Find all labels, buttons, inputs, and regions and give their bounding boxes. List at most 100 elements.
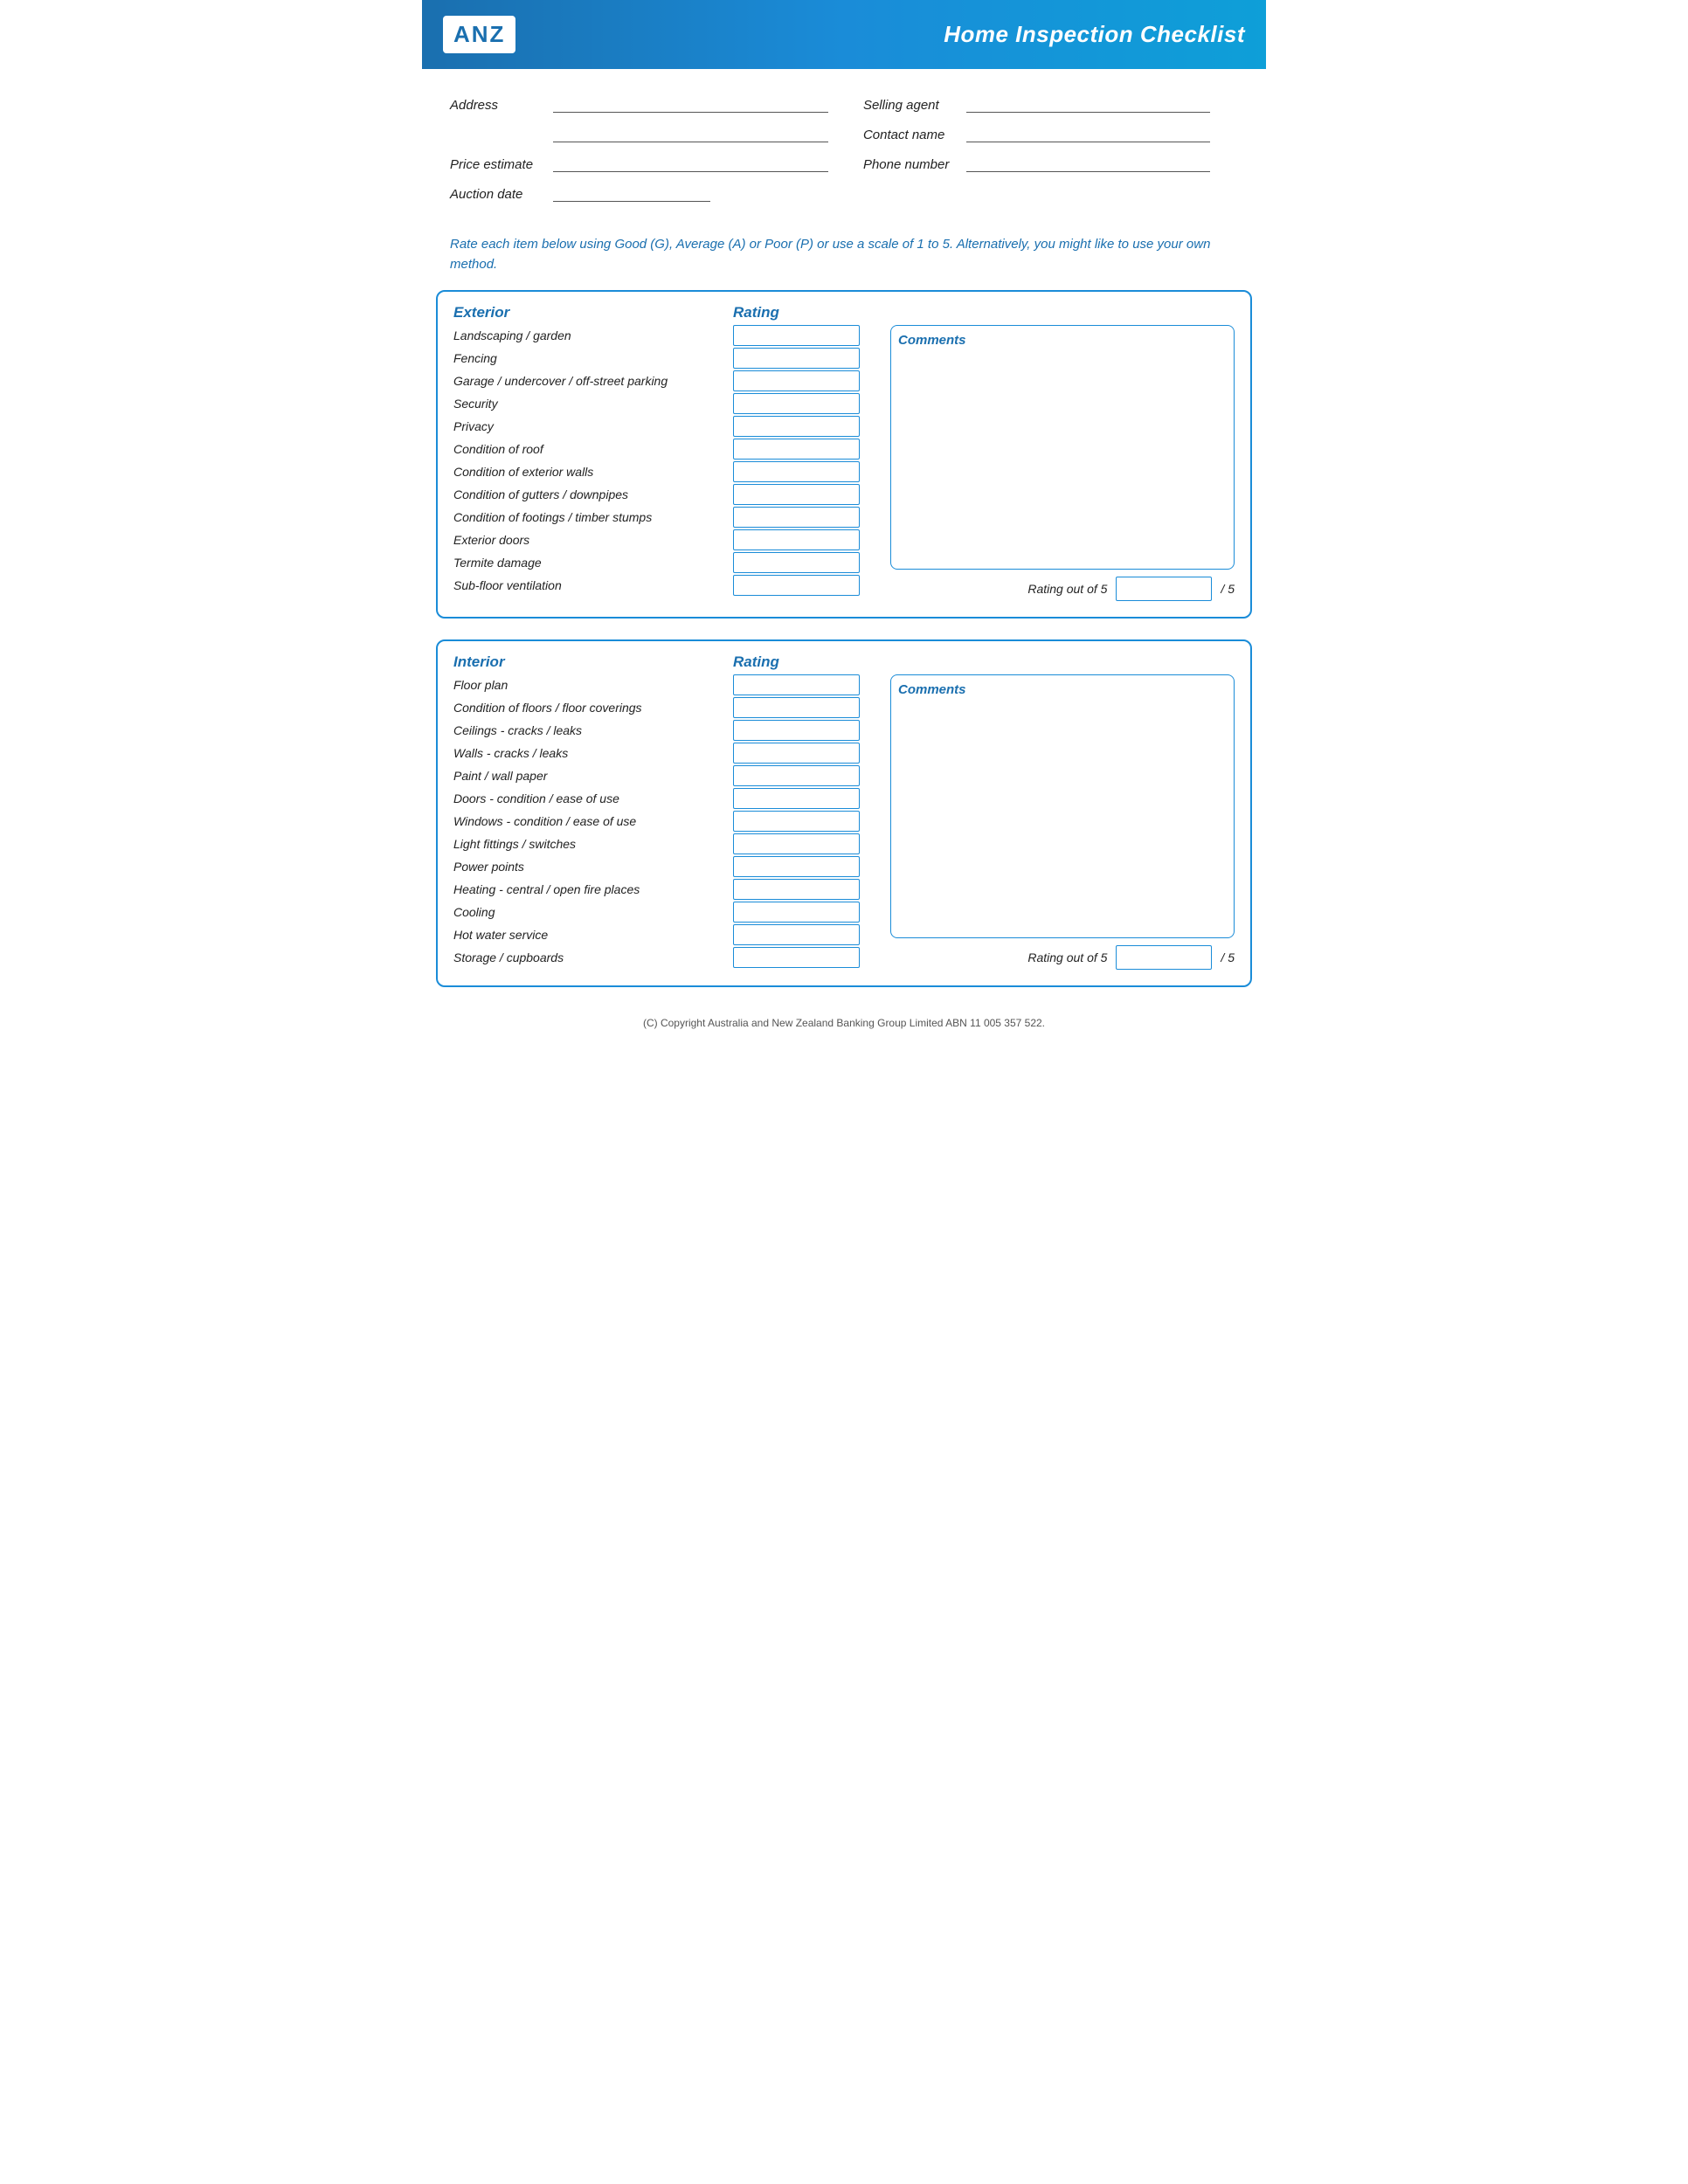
table-row: Storage / cupboards: [453, 947, 882, 968]
interior-item-label: Hot water service: [453, 928, 724, 942]
interior-rating-input-10[interactable]: [733, 902, 860, 923]
exterior-item-label: Sub-floor ventilation: [453, 578, 724, 592]
form-fields: Address Price estimate Auction date Sell…: [422, 69, 1266, 219]
price-input[interactable]: [553, 153, 828, 172]
interior-rating-input-2[interactable]: [733, 720, 860, 741]
table-row: Walls - cracks / leaks: [453, 743, 882, 764]
auction-label: Auction date: [450, 187, 546, 202]
interior-rating-input-6[interactable]: [733, 811, 860, 832]
interior-rating-input-12[interactable]: [733, 947, 860, 968]
exterior-rating-input-7[interactable]: [733, 484, 860, 505]
instructions: Rate each item below using Good (G), Ave…: [422, 235, 1266, 274]
table-row: Paint / wall paper: [453, 765, 882, 786]
auction-input[interactable]: [553, 183, 710, 202]
exterior-rating-input-2[interactable]: [733, 370, 860, 391]
page-header: ANZ Home Inspection Checklist: [422, 0, 1266, 69]
exterior-item-label: Condition of exterior walls: [453, 465, 724, 479]
table-row: Fencing: [453, 348, 882, 369]
interior-rating-input-11[interactable]: [733, 924, 860, 945]
interior-rating-input-5[interactable]: [733, 788, 860, 809]
address-input[interactable]: [553, 93, 828, 113]
exterior-rating-input-11[interactable]: [733, 575, 860, 596]
interior-rating-suffix: / 5: [1221, 950, 1235, 964]
interior-section: Interior Rating Floor planCondition of f…: [436, 639, 1252, 987]
table-row: Floor plan: [453, 674, 882, 695]
interior-section-header: Interior Rating: [453, 653, 1235, 671]
address2-input[interactable]: [553, 123, 828, 142]
table-row: Privacy: [453, 416, 882, 437]
exterior-title: Exterior: [453, 304, 733, 321]
interior-items: Floor planCondition of floors / floor co…: [453, 674, 882, 970]
auction-field-row: Auction date: [450, 183, 828, 202]
interior-item-label: Walls - cracks / leaks: [453, 746, 724, 760]
anz-logo-text: ANZ: [453, 21, 505, 48]
exterior-rating-input-3[interactable]: [733, 393, 860, 414]
exterior-item-label: Garage / undercover / off-street parking: [453, 374, 724, 388]
table-row: Hot water service: [453, 924, 882, 945]
exterior-rating-input-9[interactable]: [733, 529, 860, 550]
contact-name-label: Contact name: [863, 128, 959, 142]
exterior-comments-input[interactable]: [898, 351, 1227, 562]
interior-item-label: Heating - central / open fire places: [453, 882, 724, 896]
table-row: Exterior doors: [453, 529, 882, 550]
table-row: Condition of exterior walls: [453, 461, 882, 482]
table-row: Light fittings / switches: [453, 833, 882, 854]
table-row: Condition of roof: [453, 439, 882, 460]
copyright-text: (C) Copyright Australia and New Zealand …: [643, 1017, 1045, 1029]
interior-rating-input-0[interactable]: [733, 674, 860, 695]
exterior-rating-header: Rating: [733, 304, 873, 321]
exterior-item-label: Termite damage: [453, 556, 724, 570]
address-label: Address: [450, 98, 546, 113]
interior-comments-box: Comments: [890, 674, 1235, 938]
contact-name-input[interactable]: [966, 123, 1210, 142]
exterior-item-label: Condition of footings / timber stumps: [453, 510, 724, 524]
table-row: Garage / undercover / off-street parking: [453, 370, 882, 391]
right-fields: Selling agent Contact name Phone number: [863, 93, 1210, 204]
exterior-item-label: Condition of roof: [453, 442, 724, 456]
interior-comments-input[interactable]: [898, 701, 1227, 930]
price-label: Price estimate: [450, 157, 546, 172]
interior-item-label: Power points: [453, 860, 724, 874]
address-field-row: Address: [450, 93, 828, 113]
interior-rating-input-7[interactable]: [733, 833, 860, 854]
exterior-rating-input-4[interactable]: [733, 416, 860, 437]
exterior-section: Exterior Rating Landscaping / garden Fenc…: [436, 290, 1252, 619]
price-field-row: Price estimate: [450, 153, 828, 172]
interior-item-label: Light fittings / switches: [453, 837, 724, 851]
exterior-body: Landscaping / garden Fencing Garage / unde…: [453, 325, 1235, 601]
interior-rating-input-3[interactable]: [733, 743, 860, 764]
selling-agent-input[interactable]: [966, 93, 1210, 113]
exterior-rating-input-6[interactable]: [733, 461, 860, 482]
exterior-comments-box: Comments: [890, 325, 1235, 570]
interior-rating-out-input[interactable]: [1116, 945, 1212, 970]
exterior-rating-input-1[interactable]: [733, 348, 860, 369]
exterior-rating-out-input[interactable]: [1116, 577, 1212, 601]
exterior-rating-input-10[interactable]: [733, 552, 860, 573]
table-row: Sub-floor ventilation: [453, 575, 882, 596]
exterior-rating-input-5[interactable]: [733, 439, 860, 460]
table-row: Condition of gutters / downpipes: [453, 484, 882, 505]
interior-rating-input-9[interactable]: [733, 879, 860, 900]
interior-rating-input-1[interactable]: [733, 697, 860, 718]
interior-item-label: Paint / wall paper: [453, 769, 724, 783]
exterior-items: Landscaping / garden Fencing Garage / unde…: [453, 325, 882, 601]
exterior-item-label: Landscaping / garden: [453, 328, 724, 342]
anz-logo: ANZ: [443, 16, 515, 53]
interior-item-label: Windows - condition / ease of use: [453, 814, 724, 828]
top-fields-row: Address Price estimate Auction date Sell…: [450, 93, 1238, 204]
interior-rating-input-4[interactable]: [733, 765, 860, 786]
phone-number-input[interactable]: [966, 153, 1210, 172]
exterior-rating-input-8[interactable]: [733, 507, 860, 528]
interior-rating-out-row: Rating out of 5 / 5: [890, 945, 1235, 970]
exterior-item-label: Condition of gutters / downpipes: [453, 487, 724, 501]
interior-rating-input-8[interactable]: [733, 856, 860, 877]
phone-number-label: Phone number: [863, 157, 959, 172]
interior-item-label: Floor plan: [453, 678, 724, 692]
exterior-item-label: Fencing: [453, 351, 724, 365]
selling-agent-label: Selling agent: [863, 98, 959, 113]
table-row: Power points: [453, 856, 882, 877]
interior-comments-area: Comments Rating out of 5 / 5: [890, 674, 1235, 970]
exterior-item-label: Exterior doors: [453, 533, 724, 547]
exterior-rating-input-0[interactable]: [733, 325, 860, 346]
footer: (C) Copyright Australia and New Zealand …: [422, 1008, 1266, 1043]
